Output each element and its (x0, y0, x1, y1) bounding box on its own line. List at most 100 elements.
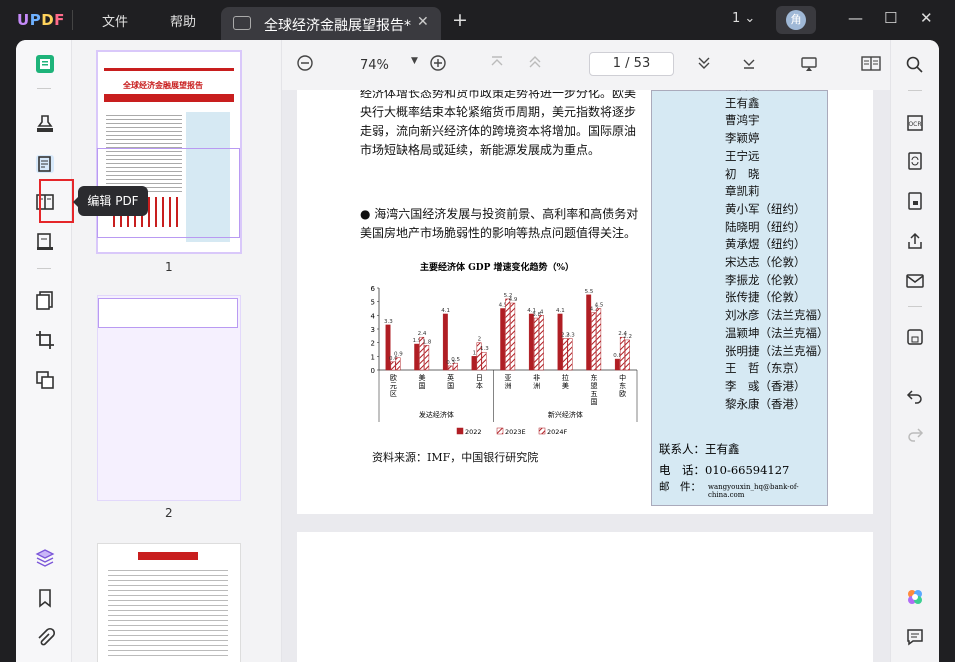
thumbnail-page-2[interactable] (98, 296, 240, 500)
bar (533, 317, 539, 371)
undo-icon[interactable] (904, 384, 926, 406)
divider (37, 268, 51, 269)
zoom-out-icon[interactable] (296, 54, 314, 76)
pages-icon[interactable] (33, 288, 57, 312)
edit-pdf-tooltip: 编辑 PDF (73, 186, 148, 216)
legend-swatch (496, 427, 504, 435)
attachment-icon[interactable] (33, 626, 57, 650)
convert-icon[interactable] (904, 150, 926, 172)
staff-sidebox: 熊启跃王有鑫曹鸿宇李颖婷王宁远初 晓章凯莉黄小军（纽约） 陆晓明（纽约） 黄承煜（纽… (651, 90, 829, 506)
ocr-icon[interactable]: OCR (904, 112, 926, 134)
highlight-icon[interactable] (33, 112, 57, 136)
first-page-icon[interactable] (489, 54, 505, 74)
x-tick-label: 亚 (505, 374, 512, 382)
protect-icon[interactable] (904, 190, 926, 212)
document-toolbar: 74% ▼ 1 / 53 (282, 40, 882, 90)
legend-swatch (538, 427, 546, 435)
ai-assistant-icon[interactable] (904, 586, 926, 608)
close-tab-icon[interactable]: ✕ (417, 14, 429, 30)
thumbnail-page-3[interactable] (98, 544, 240, 662)
x-tick-label: 中 (619, 373, 626, 382)
bar (557, 313, 563, 371)
x-tick-label: 国 (419, 382, 426, 390)
menu-help[interactable]: 帮助 (170, 11, 196, 30)
thumb-text (108, 566, 228, 656)
window-page-selector[interactable]: 1 ⌄ (732, 11, 755, 26)
left-toolbar (16, 40, 72, 662)
bar (562, 338, 568, 371)
x-tick-label: 洲 (533, 382, 540, 390)
divider (908, 306, 922, 307)
comment-icon[interactable] (904, 626, 926, 648)
document-viewer[interactable]: 经济体增长态势和货币政策走势将进一步分化。欧美央行大概率结束本轮紧缩货币周期，美… (282, 90, 890, 662)
layers-icon[interactable] (33, 368, 57, 392)
search-icon[interactable] (904, 54, 926, 76)
save-icon[interactable] (904, 326, 926, 348)
y-tick-label: 0 (371, 367, 375, 375)
x-tick-label: 非 (533, 373, 540, 382)
gdp-chart: 主要经济体 GDP 增速变化趋势（%）01234563.30.60.9欧元区1.… (371, 261, 638, 436)
bar-value-label: 4.1 (556, 308, 565, 314)
edit-pdf-icon[interactable] (33, 152, 57, 176)
zoom-level[interactable]: 74% (360, 58, 389, 73)
previous-page-icon[interactable] (527, 54, 543, 74)
app-logo: UPDF (17, 11, 65, 29)
presentation-icon[interactable] (800, 55, 818, 77)
page-layout-icon[interactable] (861, 55, 881, 77)
bar (538, 315, 544, 371)
last-page-icon[interactable] (741, 55, 757, 75)
bar-value-label: 2.3 (566, 333, 575, 339)
y-tick-label: 2 (371, 340, 375, 348)
close-window-icon[interactable]: ✕ (920, 9, 933, 27)
document-tab[interactable]: 全球经济金融展望报告* ✕ (221, 7, 441, 40)
bookmark-icon[interactable] (33, 586, 57, 610)
bar-value-label: 0.5 (451, 357, 460, 363)
avatar[interactable]: 角 (776, 6, 816, 34)
bar (471, 356, 477, 371)
share-icon[interactable] (904, 230, 926, 252)
contact-email: wangyouxin_hq@bank-of-china.com (708, 483, 799, 499)
x-tick-label: 日 (476, 374, 483, 382)
new-tab-button[interactable]: + (452, 9, 468, 31)
maximize-icon[interactable]: ☐ (884, 9, 897, 27)
x-tick-label: 欧 (619, 389, 626, 398)
bar-value-label: 4.5 (595, 303, 604, 309)
bar (505, 298, 511, 371)
svg-text:OCR: OCR (908, 121, 921, 128)
mail-icon[interactable] (904, 270, 926, 292)
bar (619, 336, 625, 371)
x-tick-label: 欧 (390, 373, 397, 382)
thumb-view-box (98, 298, 238, 328)
thumbnail-page-1[interactable]: 全球经济金融展望报告 (97, 52, 240, 252)
bar-value-label: 2 (478, 337, 482, 343)
menu-file[interactable]: 文件 (102, 11, 128, 30)
form-icon[interactable] (33, 230, 57, 254)
legend-swatch (456, 427, 464, 435)
reader-mode-icon[interactable] (33, 52, 57, 76)
crop-icon[interactable] (33, 328, 57, 352)
bar-value-label: 2.4 (418, 331, 427, 337)
redo-icon[interactable] (904, 422, 926, 444)
contact-phone: 电 话：010-66594127 (659, 463, 790, 477)
zoom-in-icon[interactable] (429, 54, 447, 76)
next-page-icon[interactable] (696, 55, 712, 75)
legend-label: 2024F (547, 428, 568, 436)
staff-name: 温颖坤（法兰克福） (725, 325, 829, 340)
staff-name: 初 晓 (725, 166, 760, 181)
zoom-dropdown-icon[interactable]: ▼ (411, 56, 418, 66)
page-paragraph-1: 经济体增长态势和货币政策走势将进一步分化。欧美央行大概率结束本轮紧缩货币周期，美… (360, 90, 637, 157)
title-bar: UPDF 文件 帮助 全球经济金融展望报告* ✕ + 1 ⌄ 角 — ☐ ✕ (0, 0, 955, 40)
thumbnail-number-2: 2 (165, 506, 173, 520)
page-number-input[interactable]: 1 / 53 (589, 52, 674, 76)
bar (385, 324, 391, 371)
pdf-page-1[interactable]: 经济体增长态势和货币政策走势将进一步分化。欧美央行大概率结束本轮紧缩货币周期，美… (297, 90, 873, 514)
x-tick-label: 英 (447, 373, 454, 382)
pdf-page-2[interactable] (297, 532, 873, 662)
minimize-icon[interactable]: — (848, 9, 863, 27)
x-tick-label: 拉 (562, 373, 569, 382)
group-label: 发达经济体 (419, 410, 454, 419)
staff-name: 刘冰彦（法兰克福） (725, 308, 829, 323)
thumb-title: 全球经济金融展望报告 (123, 81, 203, 90)
layers-stack-icon[interactable] (33, 546, 57, 570)
divider (908, 90, 922, 91)
